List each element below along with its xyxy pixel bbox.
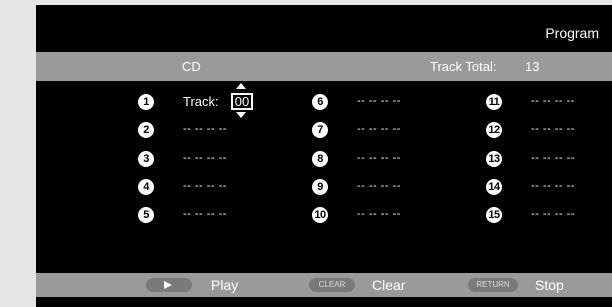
slot-track-value: -- -- -- -- — [357, 123, 401, 135]
slot-number-badge: 12 — [486, 122, 502, 138]
slot-track-value: -- -- -- -- — [183, 152, 227, 164]
program-slot-12[interactable]: 12 -- -- -- -- — [486, 121, 606, 141]
screen-title: Program — [545, 25, 599, 41]
slot-number-badge: 1 — [138, 94, 154, 110]
program-slot-3[interactable]: 3 -- -- -- -- — [138, 150, 268, 170]
slot-track-value: -- -- -- -- — [357, 95, 401, 107]
program-slot-2[interactable]: 2 -- -- -- -- — [138, 121, 268, 141]
program-slot-14[interactable]: 14 -- -- -- -- — [486, 178, 606, 198]
slot-track-value: -- -- -- -- — [531, 123, 575, 135]
slot-track-value: -- -- -- -- — [183, 208, 227, 220]
slot-number-badge: 5 — [138, 207, 154, 223]
slot-number-badge: 7 — [312, 122, 328, 138]
source-label: CD — [182, 59, 201, 74]
play-label: Play — [211, 277, 239, 293]
play-icon — [164, 281, 172, 289]
track-total-label: Track Total: — [430, 59, 497, 74]
program-slot-11[interactable]: 11 -- -- -- -- — [486, 93, 606, 113]
program-slot-9[interactable]: 9 -- -- -- -- — [312, 178, 442, 198]
program-slot-6[interactable]: 6 -- -- -- -- — [312, 93, 442, 113]
slot-number-badge: 3 — [138, 151, 154, 167]
slot-track-value: -- -- -- -- — [531, 208, 575, 220]
decrement-arrow-icon[interactable] — [236, 112, 246, 118]
slot-number-badge: 6 — [312, 94, 328, 110]
slot-number-badge: 9 — [312, 179, 328, 195]
stop-label: Stop — [535, 277, 564, 293]
slot-number-badge: 4 — [138, 179, 154, 195]
track-label: Track: — [183, 94, 219, 109]
track-number-input[interactable]: 00 — [231, 93, 253, 110]
slot-number-badge: 11 — [486, 94, 502, 110]
slot-number-badge: 15 — [486, 207, 502, 223]
program-slot-4[interactable]: 4 -- -- -- -- — [138, 178, 268, 198]
clear-label: Clear — [372, 277, 406, 293]
slot-track-value: -- -- -- -- — [531, 152, 575, 164]
track-total-value: 13 — [525, 59, 540, 74]
slot-number-badge: 8 — [312, 151, 328, 167]
header-bar: CD Track Total: 13 — [36, 52, 612, 81]
program-slot-10[interactable]: 10 -- -- -- -- — [312, 206, 442, 226]
slot-number-badge: 14 — [486, 179, 502, 195]
program-slot-7[interactable]: 7 -- -- -- -- — [312, 121, 442, 141]
program-slot-5[interactable]: 5 -- -- -- -- — [138, 206, 268, 226]
program-slot-15[interactable]: 15 -- -- -- -- — [486, 206, 606, 226]
footer-bar: Play CLEAR Clear RETURN Stop — [36, 273, 612, 297]
clear-button[interactable]: CLEAR — [309, 278, 355, 292]
program-slot-1[interactable]: 1 Track: 00 — [138, 83, 268, 118]
slot-track-value: -- -- -- -- — [357, 208, 401, 220]
program-slot-13[interactable]: 13 -- -- -- -- — [486, 150, 606, 170]
slot-track-value: -- -- -- -- — [183, 123, 227, 135]
slot-number-badge: 10 — [312, 207, 328, 223]
slot-track-value: -- -- -- -- — [357, 152, 401, 164]
program-slot-8[interactable]: 8 -- -- -- -- — [312, 150, 442, 170]
slot-number-badge: 2 — [138, 122, 154, 138]
slot-track-value: -- -- -- -- — [531, 95, 575, 107]
play-button[interactable] — [146, 278, 192, 292]
return-button[interactable]: RETURN — [468, 278, 518, 292]
slot-track-value: -- -- -- -- — [531, 180, 575, 192]
slot-number-badge: 13 — [486, 151, 502, 167]
slot-track-value: -- -- -- -- — [183, 180, 227, 192]
increment-arrow-icon[interactable] — [236, 83, 246, 89]
program-screen: Program CD Track Total: 13 1 Track: 00 2… — [36, 5, 612, 307]
slot-track-value: -- -- -- -- — [357, 180, 401, 192]
